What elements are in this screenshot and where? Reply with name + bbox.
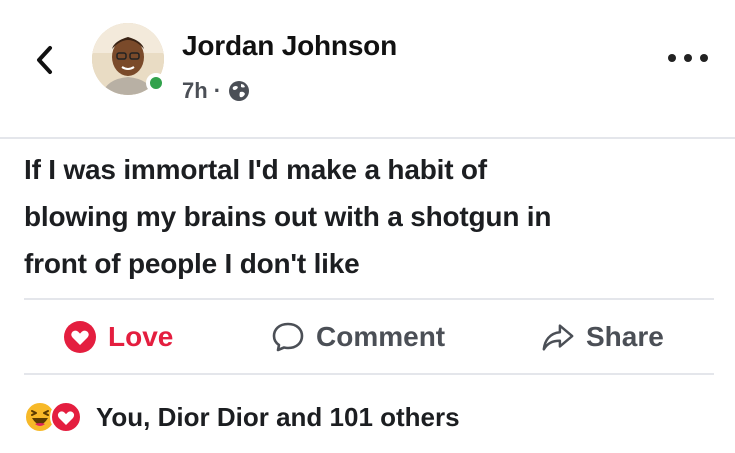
comment-label: Comment — [316, 321, 446, 352]
author-name[interactable]: Jordan Johnson — [182, 30, 397, 62]
comment-button[interactable]: Comment — [270, 317, 445, 357]
post-text-line: front of people I don't like — [24, 248, 360, 279]
more-dot — [684, 54, 692, 62]
globe-icon — [227, 79, 251, 103]
more-horizontal-icon — [668, 54, 676, 62]
divider — [24, 373, 714, 375]
reactions-summary[interactable]: You, Dior Dior and 101 others — [24, 392, 460, 442]
post-text-line: blowing my brains out with a shotgun in — [24, 201, 552, 232]
post-header: Jordan Johnson 7h · — [0, 0, 735, 137]
heart-icon — [62, 319, 98, 355]
reaction-icons — [24, 399, 88, 435]
post-time[interactable]: 7h — [182, 78, 208, 104]
love-button[interactable]: Love — [62, 317, 173, 357]
more-dot — [700, 54, 708, 62]
post-text-line: If I was immortal I'd make a habit of — [24, 154, 487, 185]
comment-bubble-icon — [270, 319, 306, 355]
share-arrow-icon — [540, 319, 576, 355]
post-meta: 7h · — [182, 78, 251, 104]
meta-separator: · — [213, 78, 222, 103]
chevron-left-icon — [37, 46, 52, 74]
share-button[interactable]: Share — [540, 317, 664, 357]
post-body: If I was immortal I'd make a habit of bl… — [24, 146, 714, 287]
more-options-button[interactable] — [668, 46, 708, 70]
online-status-indicator — [146, 73, 166, 93]
reaction-summary-text: You, Dior Dior and 101 others — [96, 401, 460, 432]
divider — [0, 137, 735, 139]
avatar[interactable] — [92, 23, 166, 95]
back-button[interactable] — [30, 44, 58, 76]
post-actions-bar: Love Comment Share — [0, 300, 735, 372]
love-reaction-icon — [50, 401, 82, 433]
share-label: Share — [586, 321, 664, 352]
love-label: Love — [108, 321, 174, 352]
